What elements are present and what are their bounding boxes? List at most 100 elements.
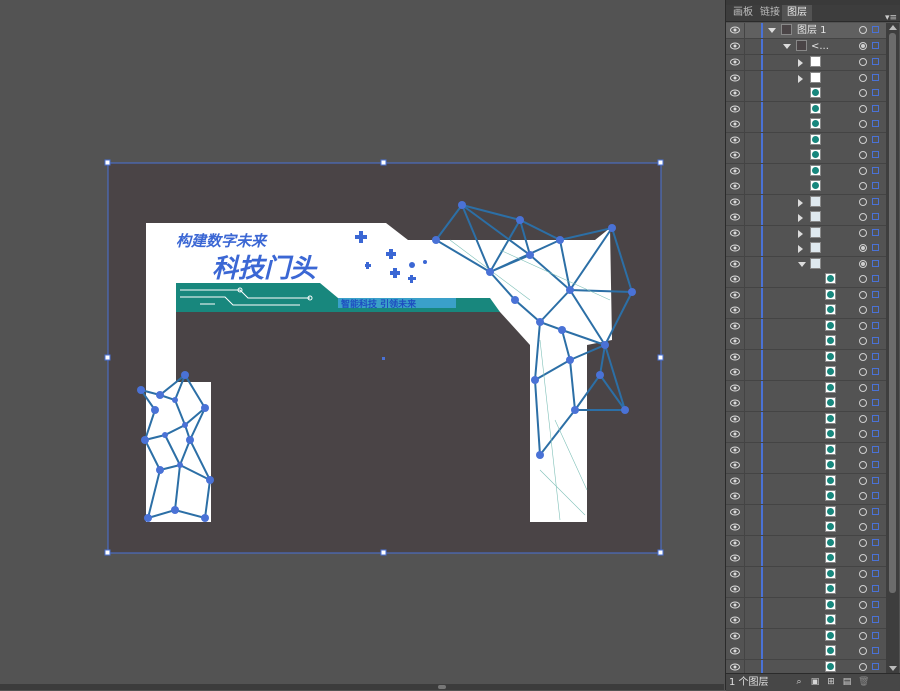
layer-row-item[interactable] (726, 489, 886, 505)
expand-arrow-icon[interactable] (798, 229, 803, 238)
selection-indicator[interactable] (872, 306, 879, 313)
selection-indicator[interactable] (872, 337, 879, 344)
target-icon[interactable] (859, 368, 867, 376)
target-icon[interactable] (859, 73, 867, 82)
layer-row-item[interactable] (726, 101, 886, 118)
visibility-eye-icon[interactable] (730, 461, 740, 469)
layer-row-item[interactable] (726, 597, 886, 614)
lock-toggle[interactable] (745, 474, 761, 489)
target-icon[interactable] (859, 166, 867, 175)
visibility-eye-icon[interactable] (730, 523, 740, 531)
lock-toggle[interactable] (745, 381, 761, 396)
target-icon[interactable] (859, 228, 867, 237)
layer-row-item[interactable] (726, 628, 886, 645)
layer-row-item[interactable] (726, 520, 886, 536)
selection-indicator[interactable] (872, 507, 879, 515)
lock-toggle[interactable] (745, 505, 761, 520)
target-icon[interactable] (859, 554, 867, 562)
visibility-eye-icon[interactable] (730, 492, 740, 500)
layer-row-item[interactable] (726, 86, 886, 102)
lock-toggle[interactable] (745, 257, 761, 272)
selection-indicator[interactable] (872, 213, 879, 220)
selection-indicator[interactable] (872, 104, 879, 112)
layer-row-item[interactable] (726, 117, 886, 133)
layer-row-item[interactable] (726, 132, 886, 149)
layer-row-item[interactable] (726, 70, 886, 87)
layer-row-item[interactable] (726, 365, 886, 381)
target-icon[interactable] (859, 275, 867, 283)
visibility-eye-icon[interactable] (730, 539, 740, 547)
layer-row-item[interactable] (726, 225, 886, 242)
target-icon[interactable] (859, 290, 867, 299)
visibility-eye-icon[interactable] (730, 554, 740, 562)
visibility-eye-icon[interactable] (730, 570, 740, 578)
layer-row-main[interactable]: 图层 1 (726, 23, 886, 39)
selection-indicator[interactable] (872, 616, 879, 623)
layer-row-item[interactable] (726, 442, 886, 459)
selection-indicator[interactable] (872, 554, 879, 561)
selection-indicator[interactable] (872, 600, 879, 608)
selection-indicator[interactable] (872, 569, 879, 577)
lock-toggle[interactable] (745, 629, 761, 644)
scroll-up-arrow-icon[interactable] (889, 25, 897, 30)
target-icon[interactable] (859, 569, 867, 578)
lock-toggle[interactable] (745, 102, 761, 117)
lock-toggle[interactable] (745, 365, 761, 380)
visibility-eye-icon[interactable] (730, 322, 740, 330)
new-layer-icon[interactable]: ▤ (842, 677, 852, 687)
selection-indicator[interactable] (872, 383, 879, 391)
layer-row-item[interactable] (726, 659, 886, 673)
target-icon[interactable] (859, 352, 867, 361)
visibility-eye-icon[interactable] (730, 26, 740, 34)
selection-indicator[interactable] (872, 321, 879, 329)
clipping-mask-icon[interactable]: ▣ (810, 677, 820, 687)
lock-toggle[interactable] (745, 350, 761, 365)
layer-row-item[interactable] (726, 256, 886, 273)
target-icon[interactable] (859, 647, 867, 655)
selection-indicator[interactable] (872, 399, 879, 406)
layer-row-item[interactable] (726, 427, 886, 443)
layer-row-item[interactable] (726, 396, 886, 412)
selection-indicator[interactable] (872, 89, 879, 96)
layer-row-item[interactable] (726, 411, 886, 428)
layer-row-group[interactable]: <... (726, 39, 886, 55)
document-canvas[interactable]: 构建数字未来 科技门头 智能科技 引领未来 (0, 0, 724, 690)
layer-row-item[interactable] (726, 272, 886, 288)
visibility-eye-icon[interactable] (730, 663, 740, 671)
lock-toggle[interactable] (745, 179, 761, 194)
artboard[interactable]: 构建数字未来 科技门头 智能科技 引领未来 (0, 0, 724, 690)
visibility-eye-icon[interactable] (730, 353, 740, 361)
lock-toggle[interactable] (745, 164, 761, 179)
selection-indicator[interactable] (872, 290, 879, 298)
target-icon[interactable] (859, 58, 867, 66)
target-icon[interactable] (859, 523, 867, 531)
selection-indicator[interactable] (872, 166, 879, 174)
lock-toggle[interactable] (745, 412, 761, 427)
target-icon[interactable] (859, 399, 867, 407)
selection-indicator[interactable] (872, 120, 879, 127)
visibility-eye-icon[interactable] (730, 151, 740, 159)
target-icon[interactable] (859, 244, 867, 252)
visibility-eye-icon[interactable] (730, 260, 740, 268)
selection-indicator[interactable] (872, 538, 879, 546)
target-icon[interactable] (859, 120, 867, 128)
selection-indicator[interactable] (872, 259, 879, 267)
selection-indicator[interactable] (872, 430, 879, 437)
target-icon[interactable] (859, 476, 867, 485)
visibility-eye-icon[interactable] (730, 337, 740, 345)
selection-indicator[interactable] (872, 414, 879, 422)
lock-toggle[interactable] (745, 272, 761, 287)
locate-object-icon[interactable]: ⌕ (794, 677, 804, 687)
target-icon[interactable] (859, 600, 867, 609)
visibility-eye-icon[interactable] (730, 306, 740, 314)
target-icon[interactable] (859, 585, 867, 593)
layer-row-item[interactable] (726, 303, 886, 319)
lock-toggle[interactable] (745, 288, 761, 303)
lock-toggle[interactable] (745, 210, 761, 225)
visibility-eye-icon[interactable] (730, 384, 740, 392)
target-icon[interactable] (859, 507, 867, 516)
lock-toggle[interactable] (745, 39, 761, 54)
visibility-eye-icon[interactable] (730, 229, 740, 237)
visibility-eye-icon[interactable] (730, 213, 740, 221)
lock-toggle[interactable] (745, 148, 761, 163)
